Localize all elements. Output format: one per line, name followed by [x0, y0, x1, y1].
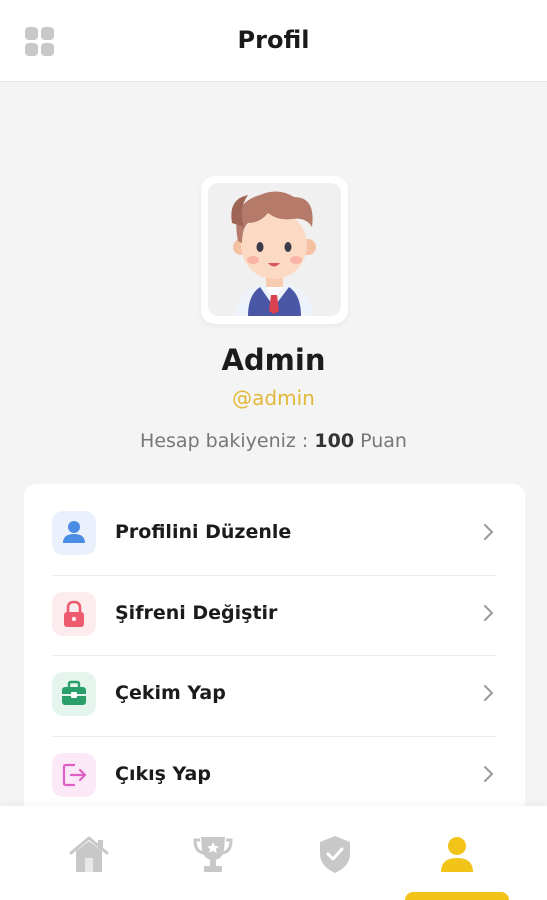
tab-profile[interactable]: [427, 826, 487, 886]
chevron-right-icon: [484, 605, 494, 621]
balance-label: Hesap bakiyeniz :: [140, 430, 309, 452]
menu-item-label: Çekim Yap: [115, 682, 226, 704]
menu-item-withdraw[interactable]: Çekim Yap: [52, 655, 497, 735]
menu-item-edit-profile[interactable]: Profilini Düzenle: [52, 494, 497, 574]
profile-username: @admin: [232, 386, 315, 410]
menu-item-label: Şifreni Değiştir: [115, 602, 278, 624]
shield-check-icon: [320, 836, 350, 873]
menu-item-logout[interactable]: Çıkış Yap: [52, 736, 497, 816]
tab-home[interactable]: [59, 826, 119, 886]
menu-item-label: Çıkış Yap: [115, 763, 211, 785]
avatar: [201, 176, 348, 324]
bottom-tab-bar: [0, 806, 547, 900]
user-icon: [441, 837, 473, 872]
profile-name: Admin: [221, 343, 326, 377]
app-header: Profil: [0, 0, 547, 82]
profile-menu: Profilini Düzenle Şifreni Değiştir Çekim…: [24, 484, 525, 824]
avatar-illustration: [208, 183, 341, 316]
lock-icon: [52, 592, 96, 636]
active-tab-indicator: [405, 892, 509, 900]
chevron-right-icon: [484, 685, 494, 701]
briefcase-icon: [52, 672, 96, 716]
account-balance: Hesap bakiyeniz : 100 Puan: [0, 430, 547, 452]
tab-shield[interactable]: [305, 826, 365, 886]
menu-item-change-password[interactable]: Şifreni Değiştir: [52, 575, 497, 655]
chevron-right-icon: [484, 766, 494, 782]
chevron-right-icon: [484, 524, 494, 540]
balance-unit: Puan: [360, 430, 407, 452]
menu-item-label: Profilini Düzenle: [115, 521, 292, 543]
trophy-icon: [193, 837, 233, 872]
logout-icon: [52, 753, 96, 797]
balance-value: 100: [314, 430, 355, 452]
tab-trophy[interactable]: [183, 826, 243, 886]
page-title: Profil: [237, 26, 310, 54]
home-icon: [69, 836, 109, 872]
user-icon: [52, 511, 96, 555]
